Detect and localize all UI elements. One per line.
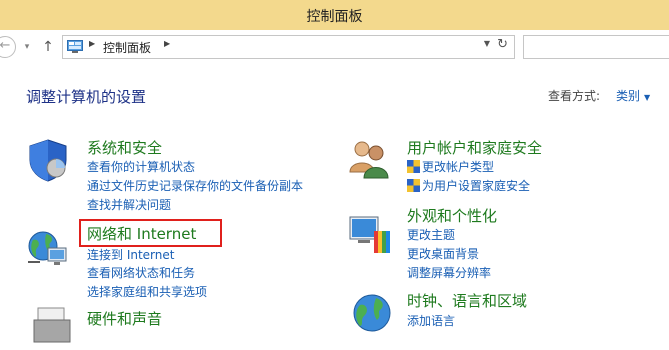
uac-shield-icon bbox=[407, 160, 420, 173]
security-shield-icon bbox=[29, 139, 67, 182]
printer-icon bbox=[33, 307, 71, 343]
search-input[interactable] bbox=[523, 35, 669, 59]
breadcrumb-separator-icon[interactable]: ▶ bbox=[89, 39, 95, 48]
uac-shield-icon bbox=[407, 179, 420, 192]
highlight-annotation bbox=[79, 219, 222, 247]
link-connect-internet[interactable]: 连接到 Internet bbox=[87, 246, 174, 263]
recent-locations-icon[interactable]: ▾ bbox=[20, 37, 34, 57]
link-file-history-backup[interactable]: 通过文件历史记录保存你的文件备份副本 bbox=[87, 177, 303, 194]
page-title: 调整计算机的设置 bbox=[26, 88, 147, 106]
category-system-security[interactable]: 系统和安全 bbox=[87, 137, 162, 158]
address-history-icon[interactable]: ▼ bbox=[484, 39, 490, 48]
window-title: 控制面板 bbox=[306, 9, 363, 25]
title-bar: 控制面板 bbox=[0, 0, 669, 31]
view-by-label: 查看方式: bbox=[548, 89, 601, 103]
navigation-bar: ← ▾ ↑ ▶ 控制面板 ▶ ▼ ↻ bbox=[0, 30, 669, 64]
clock-globe-icon bbox=[353, 294, 391, 332]
link-troubleshoot[interactable]: 查找并解决问题 bbox=[87, 196, 171, 213]
category-appearance[interactable]: 外观和个性化 bbox=[407, 205, 497, 226]
network-globe-icon bbox=[28, 231, 67, 265]
category-user-accounts[interactable]: 用户帐户和家庭安全 bbox=[407, 137, 542, 158]
back-arrow-icon[interactable]: ← bbox=[0, 36, 16, 58]
link-label: 为用户设置家庭安全 bbox=[422, 179, 531, 193]
chevron-down-icon: ▼ bbox=[644, 93, 651, 102]
refresh-icon[interactable]: ↻ bbox=[497, 37, 508, 52]
view-by-value: 类别 bbox=[616, 89, 641, 103]
link-homegroup-sharing[interactable]: 选择家庭组和共享选项 bbox=[87, 283, 207, 300]
users-icon bbox=[349, 141, 389, 179]
appearance-monitor-icon bbox=[349, 216, 390, 253]
category-hardware-sound[interactable]: 硬件和声音 bbox=[87, 308, 162, 329]
link-change-desktop-background[interactable]: 更改桌面背景 bbox=[407, 245, 479, 262]
breadcrumb-control-panel[interactable]: 控制面板 bbox=[103, 39, 151, 56]
link-adjust-resolution[interactable]: 调整屏幕分辨率 bbox=[407, 264, 491, 281]
link-label: 更改帐户类型 bbox=[422, 160, 495, 174]
up-arrow-icon[interactable]: ↑ bbox=[40, 37, 56, 57]
address-bar[interactable]: ▶ 控制面板 ▶ ▼ ↻ bbox=[62, 35, 515, 59]
link-change-theme[interactable]: 更改主题 bbox=[407, 226, 455, 243]
breadcrumb-separator-icon[interactable]: ▶ bbox=[164, 39, 170, 48]
link-family-safety[interactable]: 为用户设置家庭安全 bbox=[407, 177, 530, 194]
control-panel-icon bbox=[67, 40, 83, 53]
link-change-account-type[interactable]: 更改帐户类型 bbox=[407, 158, 494, 175]
link-add-language[interactable]: 添加语言 bbox=[407, 312, 455, 329]
view-by-dropdown[interactable]: 类别 ▼ bbox=[616, 87, 650, 104]
link-view-computer-status[interactable]: 查看你的计算机状态 bbox=[87, 158, 195, 175]
link-network-status[interactable]: 查看网络状态和任务 bbox=[87, 264, 195, 281]
category-clock-language-region[interactable]: 时钟、语言和区域 bbox=[407, 290, 527, 311]
